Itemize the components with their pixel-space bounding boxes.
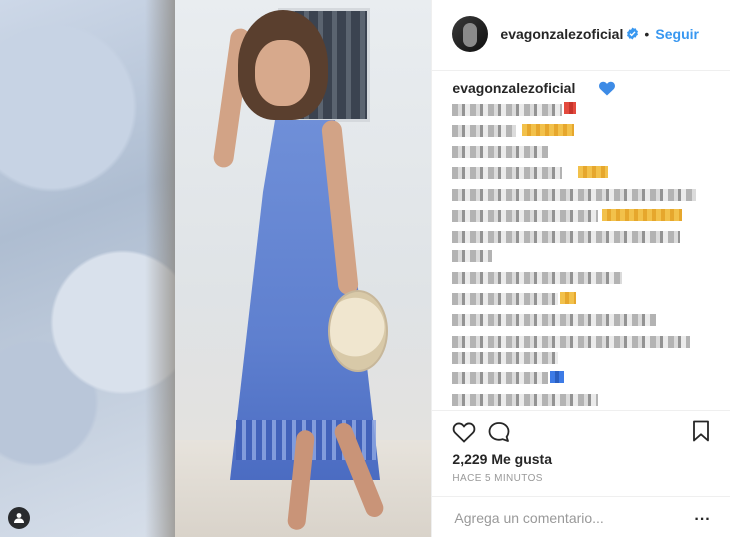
instagram-post: evagonzalezoficial • Seguir evagonzalezo… <box>0 0 731 537</box>
verified-badge-icon <box>627 27 639 40</box>
caption-line <box>452 272 623 284</box>
caption-username[interactable]: evagonzalezoficial <box>452 80 575 96</box>
caption-line <box>452 189 697 201</box>
caption-line <box>452 146 549 158</box>
caption-line <box>452 352 559 364</box>
comment-input[interactable] <box>452 509 687 527</box>
follow-button[interactable]: Seguir <box>655 26 699 42</box>
follow-separator: • <box>644 26 650 42</box>
avatar[interactable] <box>452 16 489 52</box>
photo-face <box>255 40 310 106</box>
comment-bar: ... <box>432 496 731 539</box>
caption-line <box>452 125 517 137</box>
post-timestamp: HACE 5 MINUTOS <box>452 473 543 484</box>
caption-line <box>452 210 599 222</box>
caption-line <box>452 167 563 179</box>
post-sidebar: evagonzalezoficial • Seguir evagonzalezo… <box>431 0 731 537</box>
heart-outline-icon[interactable] <box>452 421 476 443</box>
caption-line <box>452 293 559 305</box>
bookmark-icon[interactable] <box>692 420 710 442</box>
username-link[interactable]: evagonzalezoficial <box>500 26 623 42</box>
photo-hat <box>328 290 388 372</box>
post-photo[interactable] <box>0 0 432 537</box>
post-actions: 2,229 Me gusta HACE 5 MINUTOS ... <box>432 410 731 539</box>
comment-bubble-icon[interactable] <box>487 421 511 443</box>
caption-emoji <box>602 209 683 221</box>
more-options-button[interactable]: ... <box>694 507 710 525</box>
caption-line <box>452 314 657 326</box>
photo-person <box>200 0 400 537</box>
caption-emoji <box>550 371 565 383</box>
caption-line <box>452 104 563 116</box>
caption-line <box>452 336 691 348</box>
user-tag-icon-glyph <box>14 513 24 523</box>
caption-line <box>452 372 549 384</box>
caption: evagonzalezoficial <box>452 80 714 410</box>
likes-count[interactable]: 2,229 Me gusta <box>452 451 552 467</box>
caption-line <box>452 394 599 406</box>
caption-emoji <box>578 166 609 178</box>
photo-wall-texture <box>0 0 175 537</box>
post-header: evagonzalezoficial • Seguir <box>432 0 731 71</box>
blue-heart-icon <box>599 81 616 96</box>
caption-line <box>452 231 681 243</box>
caption-emoji <box>560 292 577 304</box>
caption-emoji <box>522 124 575 136</box>
caption-emoji <box>564 102 577 114</box>
user-tag-icon[interactable] <box>8 507 30 529</box>
caption-line <box>452 250 493 262</box>
